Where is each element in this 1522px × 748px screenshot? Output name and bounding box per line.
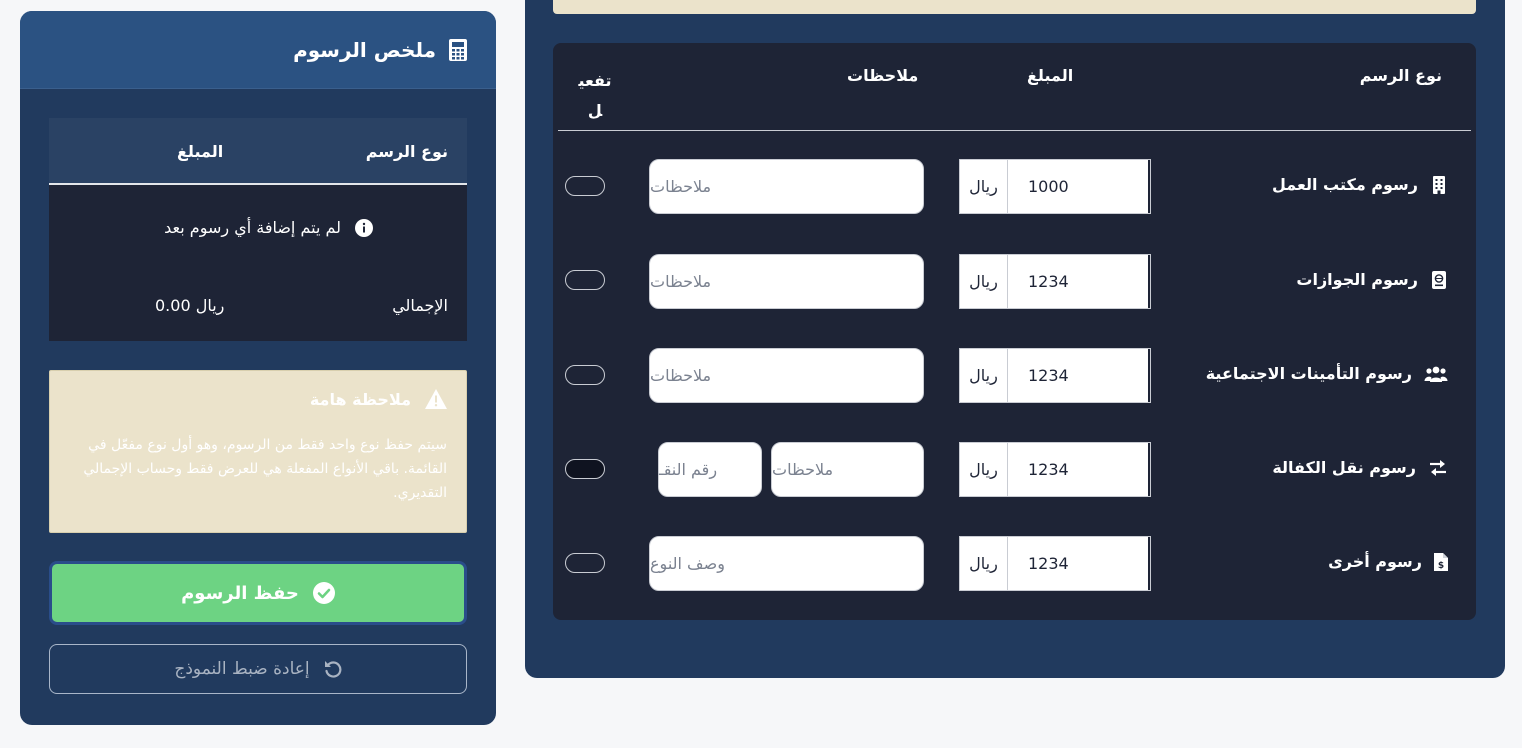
amount-input[interactable]: ريال 1000 bbox=[959, 159, 1151, 214]
fees-table: نوع الرسم المبلغ ملاحظات تفعيل رسوم مكتب… bbox=[553, 43, 1476, 620]
exchange-icon bbox=[1430, 459, 1446, 476]
currency-unit: ريال bbox=[960, 537, 1008, 590]
summary-col-type: نوع الرسم bbox=[365, 142, 448, 161]
notes-input[interactable]: ملاحظات bbox=[649, 254, 924, 309]
header-notes: ملاحظات bbox=[847, 66, 919, 85]
amount-value: 1234 bbox=[1028, 460, 1069, 479]
activate-toggle[interactable] bbox=[565, 553, 605, 573]
activate-toggle[interactable] bbox=[565, 176, 605, 196]
type-description-input[interactable]: وصف النوع bbox=[649, 536, 924, 591]
summary-col-amount: المبلغ bbox=[177, 142, 224, 161]
notes-input[interactable]: ملاحظات bbox=[771, 442, 924, 497]
building-icon bbox=[1433, 175, 1445, 194]
passport-icon bbox=[1432, 270, 1446, 289]
currency-unit: ريال bbox=[960, 443, 1008, 496]
warning-icon bbox=[425, 389, 447, 409]
invoice-icon: $ bbox=[1434, 552, 1448, 571]
amount-value: 1000 bbox=[1028, 177, 1069, 196]
important-note-body: سيتم حفظ نوع واحد فقط من الرسوم، وهو أول… bbox=[83, 437, 447, 501]
currency-unit: ريال bbox=[960, 349, 1008, 402]
fee-row-label: رسوم نقل الكفالة bbox=[1272, 458, 1448, 477]
top-notice-strip bbox=[553, 0, 1476, 14]
fee-row-label: رسوم التأمينات الاجتماعية bbox=[1206, 364, 1448, 383]
amount-value: 1234 bbox=[1028, 272, 1069, 291]
summary-header: ملخص الرسوم bbox=[20, 11, 496, 89]
undo-icon bbox=[324, 661, 342, 678]
activate-toggle[interactable] bbox=[565, 459, 605, 479]
fees-summary-card: ملخص الرسوم نوع الرسم المبلغ لم يتم إضاف… bbox=[20, 11, 496, 725]
header-divider bbox=[558, 130, 1471, 131]
summary-title: ملخص الرسوم bbox=[293, 37, 436, 62]
important-note-title: ملاحظة هامة bbox=[310, 389, 447, 409]
currency-unit: ريال bbox=[960, 255, 1008, 308]
notes-input[interactable]: ملاحظات bbox=[649, 159, 924, 214]
summary-table-header: نوع الرسم المبلغ bbox=[49, 118, 467, 185]
header-amount: المبلغ bbox=[1027, 66, 1074, 85]
summary-table: نوع الرسم المبلغ لم يتم إضافة أي رسوم بع… bbox=[49, 118, 467, 341]
amount-input[interactable]: ريال 1234 bbox=[959, 442, 1151, 497]
currency-unit: ريال bbox=[960, 160, 1008, 213]
header-type: نوع الرسم bbox=[1359, 66, 1442, 85]
total-value: 0.00 ريال bbox=[155, 296, 225, 315]
notes-input[interactable]: ملاحظات bbox=[649, 348, 924, 403]
calculator-icon bbox=[449, 38, 467, 61]
amount-value: 1234 bbox=[1028, 554, 1069, 573]
transfer-number-input[interactable]: رقم النقـ bbox=[658, 442, 762, 497]
amount-input[interactable]: ريال 1234 bbox=[959, 348, 1151, 403]
fee-row-label: $ رسوم أخرى bbox=[1328, 552, 1448, 571]
activate-toggle[interactable] bbox=[565, 270, 605, 290]
reset-form-button[interactable]: إعادة ضبط النموذج bbox=[49, 644, 467, 694]
save-fees-button[interactable]: حفظ الرسوم bbox=[49, 561, 467, 625]
users-icon bbox=[1424, 366, 1448, 382]
empty-message: لم يتم إضافة أي رسوم بعد bbox=[164, 218, 373, 237]
amount-input[interactable]: ريال 1234 bbox=[959, 254, 1151, 309]
amount-input[interactable]: ريال 1234 bbox=[959, 536, 1151, 591]
fee-row-label: رسوم الجوازات bbox=[1296, 270, 1448, 289]
header-activate: تفعيل bbox=[578, 71, 612, 120]
total-label: الإجمالي bbox=[392, 296, 448, 315]
important-note: ملاحظة هامة سيتم حفظ نوع واحد فقط من الر… bbox=[49, 370, 467, 533]
activate-toggle[interactable] bbox=[565, 365, 605, 385]
fee-row-label: رسوم مكتب العمل bbox=[1272, 175, 1448, 194]
info-icon bbox=[355, 218, 373, 237]
amount-value: 1234 bbox=[1028, 366, 1069, 385]
svg-text:$: $ bbox=[1438, 561, 1444, 571]
check-circle-icon bbox=[312, 582, 335, 604]
